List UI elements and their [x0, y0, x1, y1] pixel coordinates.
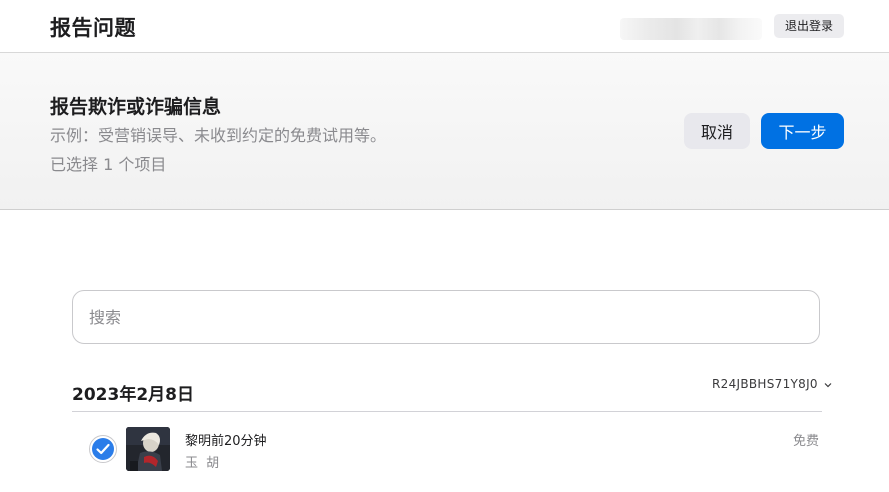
order-id-toggle[interactable]: R24JBBHS71Y8J0: [712, 377, 832, 391]
chevron-down-icon: [824, 382, 832, 387]
report-example-text: 示例：受营销误导、未收到约定的免费试用等。: [50, 126, 387, 145]
cancel-button[interactable]: 取消: [684, 113, 750, 149]
account-name-redacted: [620, 18, 762, 40]
item-title: 黎明前20分钟: [185, 434, 267, 449]
logout-button[interactable]: 退出登录: [774, 14, 844, 38]
item-price: 免费: [793, 434, 820, 449]
next-button[interactable]: 下一步: [761, 113, 844, 149]
item-checkbox[interactable]: [89, 435, 117, 463]
search-input[interactable]: [89, 291, 789, 343]
artwork-image: [126, 427, 170, 471]
report-type-heading: 报告欺诈或诈骗信息: [50, 96, 222, 118]
search-box: [72, 290, 820, 344]
report-banner: 报告欺诈或诈骗信息 示例：受营销误导、未收到约定的免费试用等。 已选择 1 个项…: [0, 53, 889, 210]
page-title: 报告问题: [50, 16, 136, 40]
item-artwork: [126, 427, 170, 471]
checkmark-icon: [96, 443, 110, 455]
order-id: R24JBBHS71Y8J0: [712, 377, 818, 391]
item-artist: 玉 胡: [185, 456, 222, 471]
purchase-date: 2023年2月8日: [72, 385, 194, 405]
selected-count: 已选择 1 个项目: [50, 155, 167, 174]
section-divider: [72, 411, 822, 412]
top-bar: 报告问题 退出登录: [0, 0, 889, 53]
